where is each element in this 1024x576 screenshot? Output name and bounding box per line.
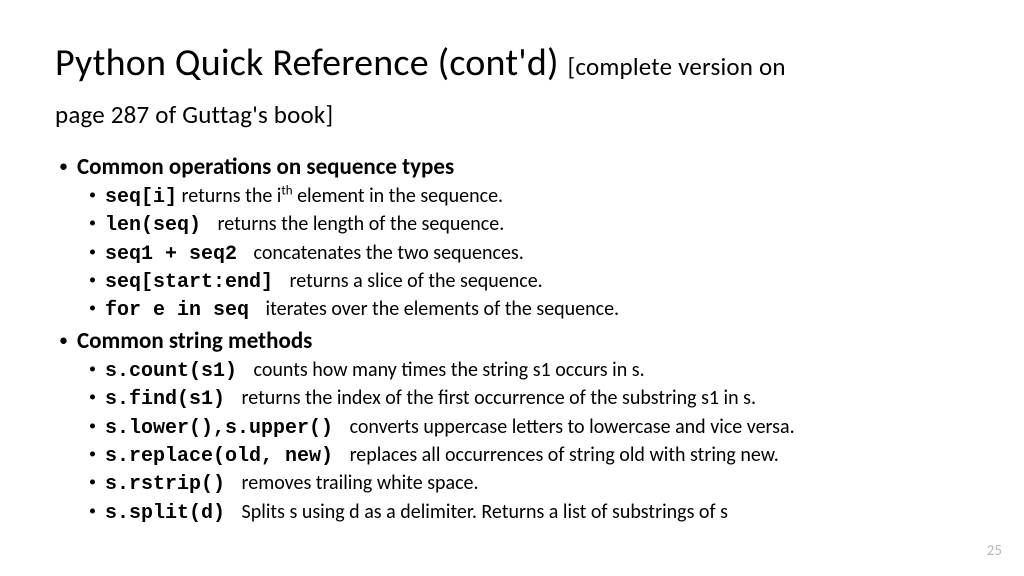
list-item: s.replace(old, new) replaces all occurre…: [77, 442, 969, 470]
title-main: Python Quick Reference (cont'd): [55, 40, 568, 86]
item-desc: converts uppercase letters to lowercase …: [345, 415, 795, 439]
code-snippet: s.split(d): [105, 502, 237, 525]
code-snippet: seq[i]: [105, 186, 177, 209]
item-desc: returns the ith element in the sequence.: [177, 184, 503, 208]
list-item: seq[start:end] returns a slice of the se…: [77, 268, 969, 296]
code-snippet: for e in seq: [105, 299, 261, 322]
list-item: s.split(d) Splits s using d as a delimit…: [77, 499, 969, 527]
item-desc: counts how many times the string s1 occu…: [249, 358, 645, 382]
slide-title: Python Quick Reference (cont'd) [complet…: [55, 40, 969, 135]
item-desc: replaces all occurrences of string old w…: [345, 443, 779, 467]
list-item: seq1 + seq2 concatenates the two sequenc…: [77, 240, 969, 268]
list-item: for e in seq iterates over the elements …: [77, 296, 969, 324]
list-item: s.find(s1) returns the index of the firs…: [77, 385, 969, 413]
content-list: Common operations on sequence types seq[…: [55, 153, 969, 527]
section1-items: seq[i] returns the ith element in the se…: [77, 183, 969, 325]
list-item: seq[i] returns the ith element in the se…: [77, 183, 969, 211]
code-snippet: s.lower(),s.upper(): [105, 417, 345, 440]
code-snippet: len(seq): [105, 214, 213, 237]
list-item: s.rstrip() removes trailing white space.: [77, 470, 969, 498]
item-desc: returns the length of the sequence.: [213, 212, 504, 236]
page-number: 25: [987, 542, 1002, 560]
list-item: len(seq) returns the length of the seque…: [77, 211, 969, 239]
code-snippet: seq1 + seq2: [105, 243, 249, 266]
item-desc: iterates over the elements of the sequen…: [261, 297, 619, 321]
code-snippet: seq[start:end]: [105, 271, 285, 294]
section-heading: Common string methods: [77, 327, 969, 357]
item-desc: Splits s using d as a delimiter. Returns…: [237, 500, 728, 524]
title-sub-a: [complete version on: [568, 51, 786, 82]
list-item: s.lower(),s.upper() converts uppercase l…: [77, 414, 969, 442]
section-string-methods: Common string methods s.count(s1) counts…: [55, 327, 969, 527]
section-sequence-ops: Common operations on sequence types seq[…: [55, 153, 969, 325]
code-snippet: s.replace(old, new): [105, 445, 345, 468]
code-snippet: s.count(s1): [105, 360, 249, 383]
item-desc: concatenates the two sequences.: [249, 241, 524, 265]
title-sub-b: page 287 of Guttag's book]: [55, 99, 333, 130]
code-snippet: s.find(s1): [105, 388, 237, 411]
section2-items: s.count(s1) counts how many times the st…: [77, 357, 969, 527]
item-desc: returns a slice of the sequence.: [285, 269, 543, 293]
item-desc: returns the index of the first occurrenc…: [237, 386, 756, 410]
item-desc: removes trailing white space.: [237, 471, 479, 495]
list-item: s.count(s1) counts how many times the st…: [77, 357, 969, 385]
code-snippet: s.rstrip(): [105, 473, 237, 496]
section-heading: Common operations on sequence types: [77, 153, 969, 183]
